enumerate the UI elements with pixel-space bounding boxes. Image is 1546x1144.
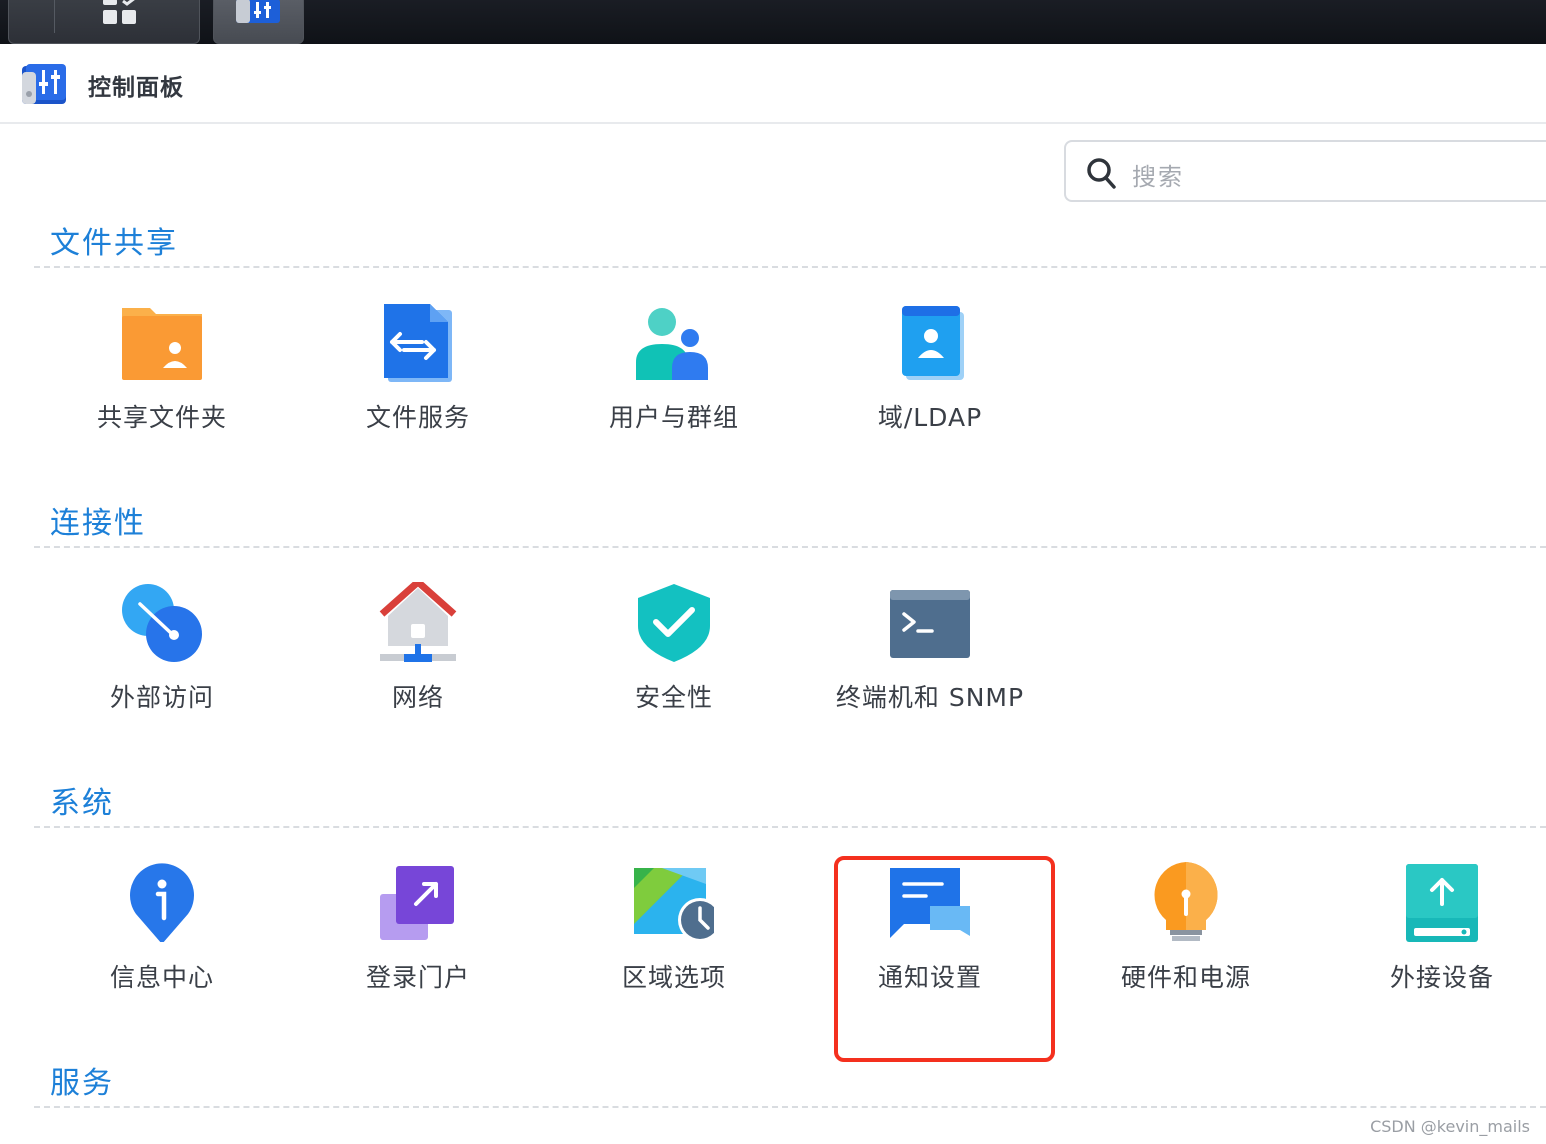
section-title-system: 系统 xyxy=(50,786,114,821)
section-title-file-sharing: 文件共享 xyxy=(50,226,178,261)
external-access-icon xyxy=(122,584,202,662)
info-center-icon xyxy=(130,863,194,942)
control-panel-app-icon xyxy=(22,64,66,104)
item-label: 共享文件夹 xyxy=(96,403,227,432)
watermark: CSDN @kevin_mails xyxy=(1370,1117,1530,1136)
file-services-icon xyxy=(384,304,452,382)
item-label: 信息中心 xyxy=(109,963,214,992)
section-divider xyxy=(34,266,1546,268)
item-label: 用户与群组 xyxy=(608,403,739,432)
highlight-box xyxy=(834,856,1055,1062)
taskbar-separator xyxy=(54,0,55,33)
network-icon xyxy=(379,582,457,662)
terminal-snmp-icon xyxy=(890,590,970,658)
section-divider xyxy=(34,546,1546,548)
section-divider xyxy=(34,826,1546,828)
search-placeholder: 搜索 xyxy=(1132,163,1184,191)
security-shield-icon xyxy=(638,584,710,662)
section-divider xyxy=(34,1106,1546,1108)
domain-ldap-icon xyxy=(902,306,964,380)
window-title: 控制面板 xyxy=(88,75,184,101)
item-label: 域/LDAP xyxy=(877,403,983,432)
item-label: 硬件和电源 xyxy=(1120,963,1251,992)
taskbar-control-panel-button[interactable] xyxy=(213,0,304,44)
item-label: 网络 xyxy=(391,683,444,712)
regional-options-icon xyxy=(634,868,714,942)
users-groups-icon xyxy=(636,308,708,380)
item-label: 外部访问 xyxy=(109,683,214,712)
search-input[interactable]: 搜索 xyxy=(1064,140,1546,202)
taskbar xyxy=(0,0,1546,44)
external-devices-icon xyxy=(1406,864,1478,942)
item-label: 外接设备 xyxy=(1389,963,1494,992)
section-title-services: 服务 xyxy=(50,1066,114,1101)
item-label: 区域选项 xyxy=(621,963,726,992)
item-label: 文件服务 xyxy=(365,403,470,432)
shared-folder-icon xyxy=(122,308,202,380)
item-label: 终端机和 SNMP xyxy=(835,683,1025,712)
hardware-power-icon xyxy=(1154,862,1218,941)
search-icon xyxy=(1087,158,1116,189)
control-panel-icon xyxy=(236,0,280,23)
login-portal-icon xyxy=(380,866,454,940)
window-titlebar: 控制面板 xyxy=(0,44,1546,124)
item-label: 安全性 xyxy=(634,683,713,712)
section-title-connectivity: 连接性 xyxy=(50,506,146,541)
item-label: 登录门户 xyxy=(365,963,470,992)
grid-icon xyxy=(103,0,136,24)
taskbar-main-menu-button[interactable] xyxy=(8,0,200,44)
